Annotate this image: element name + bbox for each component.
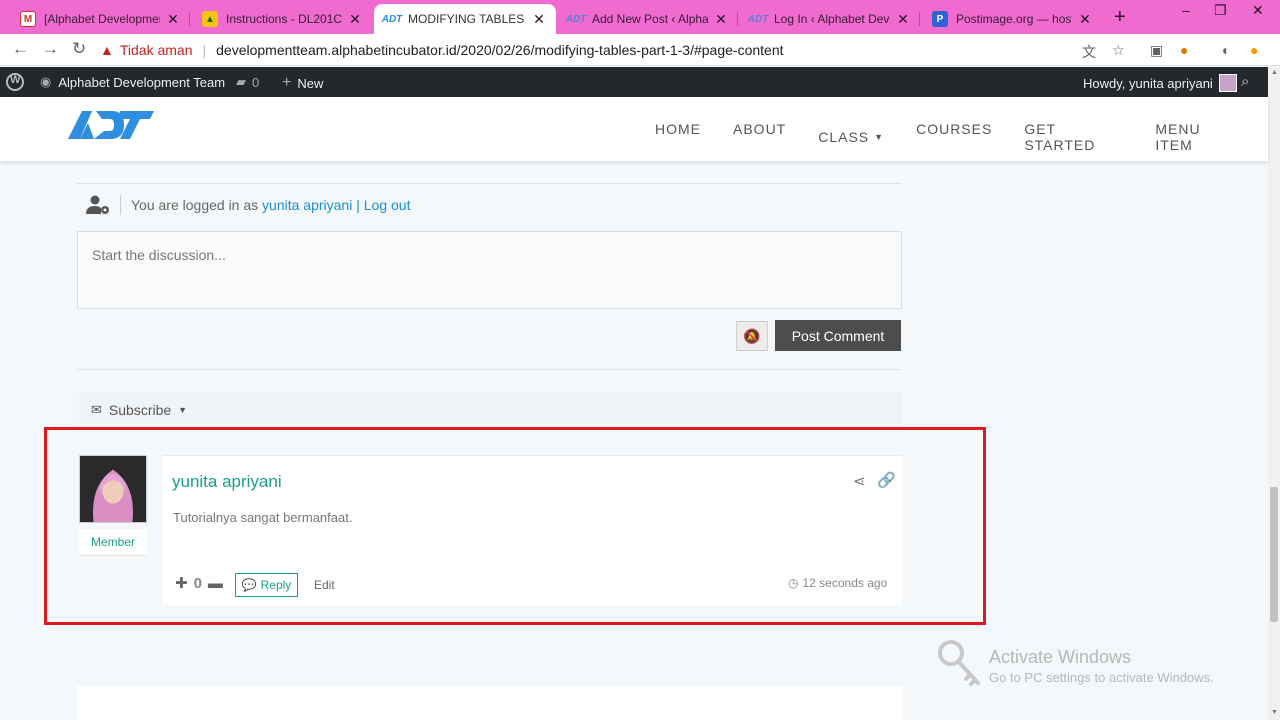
forward-icon[interactable]: → <box>42 39 59 59</box>
key-icon <box>938 640 980 686</box>
menu-item-about[interactable]: ABOUT <box>733 121 786 153</box>
vote-count: 0 <box>193 574 202 592</box>
subscribe-dropdown[interactable]: ✉ Subscribe ▼ <box>79 392 902 428</box>
share-icon[interactable]: ⋖ <box>853 472 866 490</box>
tab-instructions[interactable]: ▲ Instructions - DL201C - S ✕ <box>192 4 372 34</box>
user-settings-icon <box>86 195 109 214</box>
warning-icon: ▲ <box>100 42 114 58</box>
security-label[interactable]: Tidak aman <box>120 42 193 58</box>
comment-bubble-icon: ▰ <box>236 74 246 89</box>
vote-controls: ✚ 0 ▬ <box>175 574 223 593</box>
dashboard-icon: ◉ <box>40 74 52 89</box>
comment-author[interactable]: yunita apriyani <box>172 472 282 492</box>
menu-item-courses[interactable]: COURSES <box>916 121 992 153</box>
address-bar-row: ← → ↻ ▲ Tidak aman | developmentteam.alp… <box>0 34 1280 66</box>
notification-toggle-button[interactable]: 🔕 <box>736 321 768 351</box>
adt-icon: ADT <box>381 13 403 25</box>
search-icon[interactable]: ⌕ <box>1241 73 1249 90</box>
update-alert-icon[interactable]: ● <box>1250 42 1258 58</box>
envelope-icon: ✉ <box>91 402 102 417</box>
close-tab-icon[interactable]: ✕ <box>714 11 728 28</box>
caret-down-icon: ▼ <box>178 405 188 415</box>
post-comment-button[interactable]: Post Comment <box>775 320 901 351</box>
site-logo[interactable] <box>68 107 154 141</box>
restore-icon[interactable]: ❐ <box>1214 2 1227 19</box>
menu-item-get-started[interactable]: GET STARTED <box>1024 121 1123 153</box>
scrollbar-thumb[interactable] <box>1270 487 1278 622</box>
admin-comments-link[interactable]: ▰ 0 <box>236 74 259 90</box>
close-tab-icon[interactable]: ✕ <box>166 11 180 28</box>
gmail-icon: M <box>20 11 36 27</box>
logged-in-notice: You are logged in as yunita apriyani | L… <box>86 195 410 215</box>
adt-icon: ADT <box>747 13 769 25</box>
bell-slash-icon: 🔕 <box>743 327 761 344</box>
close-tab-icon[interactable]: ✕ <box>896 11 910 28</box>
upvote-icon[interactable]: ✚ <box>175 574 188 592</box>
adt-icon: ADT <box>565 13 587 25</box>
translate-icon[interactable]: 文 <box>1082 42 1096 62</box>
menu-item-home[interactable]: HOME <box>655 121 701 153</box>
bookmark-star-icon[interactable]: ☆ <box>1112 42 1125 59</box>
divider <box>77 369 902 370</box>
admin-new-link[interactable]: + New <box>282 74 323 92</box>
comment-timestamp: ◷ 12 seconds ago <box>788 576 888 590</box>
close-tab-icon[interactable]: ✕ <box>532 11 546 28</box>
profile-icon[interactable]: ◐ <box>1222 42 1230 58</box>
close-tab-icon[interactable]: ✕ <box>1078 11 1092 28</box>
admin-account-link[interactable]: Howdy, yunita apriyani <box>1083 74 1237 92</box>
caret-down-icon: ▼ <box>874 132 885 142</box>
wp-admin-bar: ◉ Alphabet Development Team ▰ 0 + New Ho… <box>0 67 1268 97</box>
close-window-icon[interactable]: ✕ <box>1252 2 1264 19</box>
comment-textarea[interactable]: Start the discussion... <box>77 231 902 309</box>
avatar <box>1218 74 1237 92</box>
menu-item-class[interactable]: CLASS ▼ <box>818 121 884 153</box>
tab-modifying-tables[interactable]: ADT MODIFYING TABLES PAR ✕ <box>374 4 556 34</box>
tab-gmail[interactable]: M [Alphabet Development ✕ <box>10 4 190 34</box>
activate-subtitle: Go to PC settings to activate Windows. <box>989 670 1214 685</box>
minimize-icon[interactable]: – <box>1182 2 1190 18</box>
permalink-icon[interactable]: 🔗 <box>877 471 896 489</box>
downvote-icon[interactable]: ▬ <box>208 575 223 592</box>
comment-card: yunita apriyani ⋖ 🔗 Tutorialnya sangat b… <box>163 455 902 605</box>
main-menu: HOME ABOUT CLASS ▼ COURSES GET STARTED M… <box>655 121 1268 153</box>
profile-link[interactable]: yunita apriyani <box>262 197 352 213</box>
edit-link[interactable]: Edit <box>314 578 335 592</box>
page-scrollbar[interactable]: ▲ ▼ <box>1268 67 1280 720</box>
menu-item-menu-item[interactable]: MENU ITEM <box>1155 121 1236 153</box>
site-header: HOME ABOUT CLASS ▼ COURSES GET STARTED M… <box>0 97 1268 161</box>
wordpress-logo-icon[interactable] <box>6 73 24 91</box>
reload-icon[interactable]: ↻ <box>72 39 86 59</box>
logout-link[interactable]: Log out <box>364 197 411 213</box>
tab-add-new-post[interactable]: ADT Add New Post ‹ Alphabe ✕ <box>558 4 738 34</box>
new-tab-icon[interactable]: + <box>1114 6 1126 29</box>
back-icon[interactable]: ← <box>12 39 29 59</box>
postimage-icon: P <box>932 11 948 27</box>
tab-postimage[interactable]: P Postimage.org — hostin ✕ <box>922 4 1102 34</box>
reply-button[interactable]: 💬 Reply <box>235 573 298 597</box>
url-text[interactable]: developmentteam.alphabetincubator.id/202… <box>216 42 783 58</box>
admin-site-link[interactable]: ◉ Alphabet Development Team <box>40 74 225 90</box>
classroom-icon: ▲ <box>202 11 218 27</box>
role-badge: Member <box>79 529 147 556</box>
extension-icon[interactable]: ▣ <box>1150 42 1163 59</box>
clock-icon: ◷ <box>788 576 799 590</box>
extension-eyes-icon[interactable]: ● <box>1180 42 1188 58</box>
next-section-card <box>77 686 902 720</box>
comments-icon: 💬 <box>241 578 257 592</box>
plus-icon: + <box>282 74 292 91</box>
browser-tab-strip: M [Alphabet Development ✕ ▲ Instructions… <box>0 0 1280 34</box>
comment-text: Tutorialnya sangat bermanfaat. <box>173 510 353 525</box>
close-tab-icon[interactable]: ✕ <box>348 11 362 28</box>
divider <box>77 183 902 184</box>
tab-log-in[interactable]: ADT Log In ‹ Alphabet Develc ✕ <box>740 4 920 34</box>
activate-windows-watermark: Activate Windows Go to PC settings to ac… <box>938 640 1268 690</box>
avatar[interactable] <box>79 455 147 523</box>
omnibox[interactable]: ▲ Tidak aman | developmentteam.alphabeti… <box>100 37 1140 63</box>
activate-title: Activate Windows <box>989 647 1132 667</box>
